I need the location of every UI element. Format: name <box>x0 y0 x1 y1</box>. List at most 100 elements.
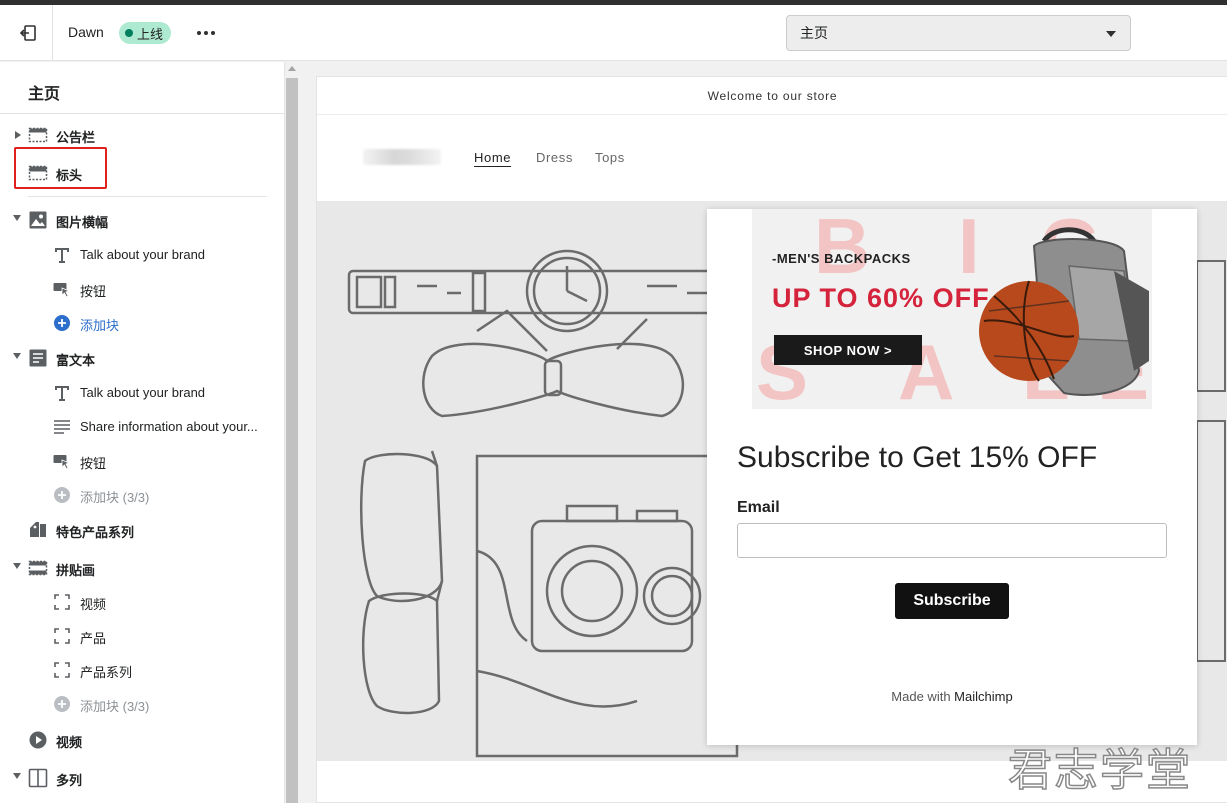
collapse-arrow-icon[interactable] <box>13 773 21 779</box>
section-image-banner[interactable]: 图片横幅 <box>0 205 285 235</box>
section-collage[interactable]: 拼贴画 <box>0 553 285 583</box>
header-section-icon <box>28 163 48 183</box>
block-label: 按钮 <box>80 456 107 471</box>
block-heading[interactable]: Talk about your brand <box>0 240 285 270</box>
block-collection[interactable]: 产品系列 <box>0 655 285 685</box>
block-heading[interactable]: Talk about your brand <box>0 378 285 408</box>
frame-corners-icon <box>52 592 72 612</box>
store-preview: Welcome to our store Home Dress Tops B I… <box>316 76 1227 803</box>
section-label: 富文本 <box>56 353 96 368</box>
mailchimp-brand: Mailchimp <box>954 689 1013 704</box>
section-featured-collection[interactable]: 特色产品系列 <box>0 515 285 545</box>
section-video[interactable]: 视频 <box>0 725 285 755</box>
text-icon <box>52 245 72 265</box>
topbar-divider <box>52 5 53 61</box>
promo-banner[interactable]: B I G S A L E -MEN'S BACKPACKS UP TO 60%… <box>752 209 1152 409</box>
add-block-label: 添加块 (3/3) <box>80 699 150 714</box>
add-block-label: 添加块 <box>80 318 120 333</box>
announcement-section-icon <box>28 125 48 145</box>
plus-circle-icon <box>52 694 72 714</box>
exit-button[interactable] <box>14 19 42 47</box>
announcement-bar: Welcome to our store <box>317 77 1227 115</box>
more-actions-button[interactable] <box>192 21 220 45</box>
block-button[interactable]: 按钮 <box>0 446 285 476</box>
email-label: Email <box>737 499 780 516</box>
nav-home[interactable]: Home <box>474 150 511 165</box>
scroll-up-arrow-icon[interactable] <box>288 66 296 71</box>
tag-collection-icon <box>28 520 48 540</box>
add-block-label: 添加块 (3/3) <box>80 490 150 505</box>
page-selector-value: 主页 <box>800 25 828 41</box>
add-block-button[interactable]: 添加块 <box>0 308 285 338</box>
sidebar-scroll-thumb[interactable] <box>286 78 298 803</box>
made-with-mailchimp[interactable]: Made with Mailchimp <box>707 689 1197 704</box>
collapse-arrow-icon[interactable] <box>13 563 21 569</box>
section-label: 公告栏 <box>56 130 96 145</box>
exit-icon <box>19 25 36 41</box>
status-badge: 上线 <box>119 22 172 44</box>
section-label: 视频 <box>56 735 83 750</box>
collage-icon <box>28 558 48 578</box>
section-header[interactable]: 标头 <box>0 158 285 188</box>
play-circle-icon <box>28 730 48 750</box>
promo-subtitle: -MEN'S BACKPACKS <box>772 251 911 266</box>
section-label: 标头 <box>56 168 83 183</box>
collapse-arrow-icon[interactable] <box>13 353 21 359</box>
block-label: Talk about your brand <box>80 247 206 262</box>
page-selector[interactable]: 主页 <box>786 15 1131 51</box>
expand-arrow-icon[interactable] <box>15 131 21 139</box>
section-label: 多列 <box>56 773 83 788</box>
block-label: 按钮 <box>80 284 107 299</box>
section-rich-text[interactable]: 富文本 <box>0 343 285 373</box>
plus-circle-icon <box>52 485 72 505</box>
shop-now-button[interactable]: SHOP NOW > <box>774 335 922 365</box>
frame-corners-icon <box>52 626 72 646</box>
section-label: 拼贴画 <box>56 563 96 578</box>
sidebar-title: 主页 <box>28 86 61 103</box>
promo-headline: UP TO 60% OFF <box>772 283 990 313</box>
more-dots-icon <box>197 31 201 35</box>
nav-tops[interactable]: Tops <box>595 150 625 165</box>
section-label: 图片横幅 <box>56 215 109 230</box>
block-product[interactable]: 产品 <box>0 621 285 651</box>
status-badge-label: 上线 <box>137 26 164 42</box>
image-icon <box>28 210 48 230</box>
theme-name: Dawn <box>68 24 104 40</box>
paragraph-icon <box>52 417 72 437</box>
collapse-arrow-icon[interactable] <box>13 215 21 221</box>
frame-corners-icon <box>52 660 72 680</box>
button-icon <box>52 279 72 299</box>
status-dot-icon <box>125 29 133 37</box>
nav-dress[interactable]: Dress <box>536 150 573 165</box>
add-block-button-disabled: 添加块 (3/3) <box>0 689 285 719</box>
add-block-button-disabled: 添加块 (3/3) <box>0 480 285 510</box>
sidebar-group-divider <box>28 196 267 197</box>
section-label: 特色产品系列 <box>56 525 135 540</box>
email-input[interactable] <box>737 523 1167 558</box>
block-video[interactable]: 视频 <box>0 587 285 617</box>
button-icon <box>52 451 72 471</box>
section-announcement-bar[interactable]: 公告栏 <box>0 120 285 150</box>
block-label: 产品 <box>80 631 107 646</box>
made-with-text: Made with <box>891 689 951 704</box>
block-button[interactable]: 按钮 <box>0 274 285 304</box>
block-label: Share information about your... <box>80 419 258 434</box>
editor-topbar: Dawn 上线 主页 <box>0 5 1227 61</box>
subscribe-button[interactable]: Subscribe <box>895 583 1009 619</box>
popup-headline: Subscribe to Get 15% OFF <box>737 441 1098 474</box>
section-multicolumn[interactable]: 多列 <box>0 763 285 793</box>
subscribe-popup: B I G S A L E -MEN'S BACKPACKS UP TO 60%… <box>707 209 1197 745</box>
text-icon <box>52 383 72 403</box>
chevron-down-icon <box>1106 31 1116 37</box>
watermark-text: 君志学堂 <box>1007 744 1192 797</box>
block-text[interactable]: Share information about your... <box>0 412 285 442</box>
sections-sidebar: 主页 公告栏 标头 图片横幅 Talk about your brand 按钮 <box>0 62 285 803</box>
backpack-basketball-image <box>979 227 1149 396</box>
plus-circle-icon <box>52 313 72 333</box>
block-label: 产品系列 <box>80 665 133 680</box>
block-label: 视频 <box>80 597 107 612</box>
columns-icon <box>28 768 48 788</box>
store-logo[interactable] <box>363 149 441 165</box>
sidebar-divider <box>0 113 285 114</box>
block-label: Talk about your brand <box>80 385 206 400</box>
